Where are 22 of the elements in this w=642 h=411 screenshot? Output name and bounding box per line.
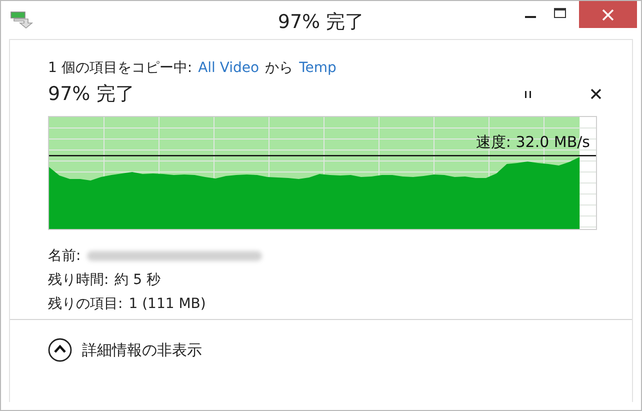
pause-icon bbox=[522, 88, 534, 100]
header-text: から bbox=[265, 59, 294, 78]
detail-label: 名前: bbox=[48, 247, 81, 266]
copy-icon bbox=[10, 11, 36, 29]
detail-value: 1 (111 MB) bbox=[128, 295, 206, 314]
close-icon bbox=[590, 88, 602, 100]
folder-link[interactable]: Temp bbox=[299, 58, 336, 78]
minimize-icon bbox=[524, 16, 536, 18]
folder-link[interactable]: All Video bbox=[198, 58, 260, 78]
close-icon bbox=[601, 8, 615, 22]
maximize-icon bbox=[553, 6, 567, 20]
collapse-icon bbox=[48, 338, 72, 362]
window-title: 97% 完了 bbox=[276, 10, 366, 35]
cancel-button[interactable] bbox=[588, 86, 604, 102]
progress-title: 97% 完了 bbox=[48, 82, 136, 107]
detail-value: 約 5 秒 bbox=[114, 271, 161, 290]
header-text: 1 個の項目をコピー中: bbox=[48, 59, 192, 78]
speed-label: 速度: 32.0 MB/s bbox=[476, 133, 590, 152]
detail-label: 残りの項目: bbox=[48, 295, 123, 314]
details-toggle[interactable]: 詳細情報の非表示 bbox=[48, 338, 202, 362]
detail-label: 残り時間: bbox=[48, 271, 109, 290]
close-button[interactable] bbox=[579, 1, 637, 28]
